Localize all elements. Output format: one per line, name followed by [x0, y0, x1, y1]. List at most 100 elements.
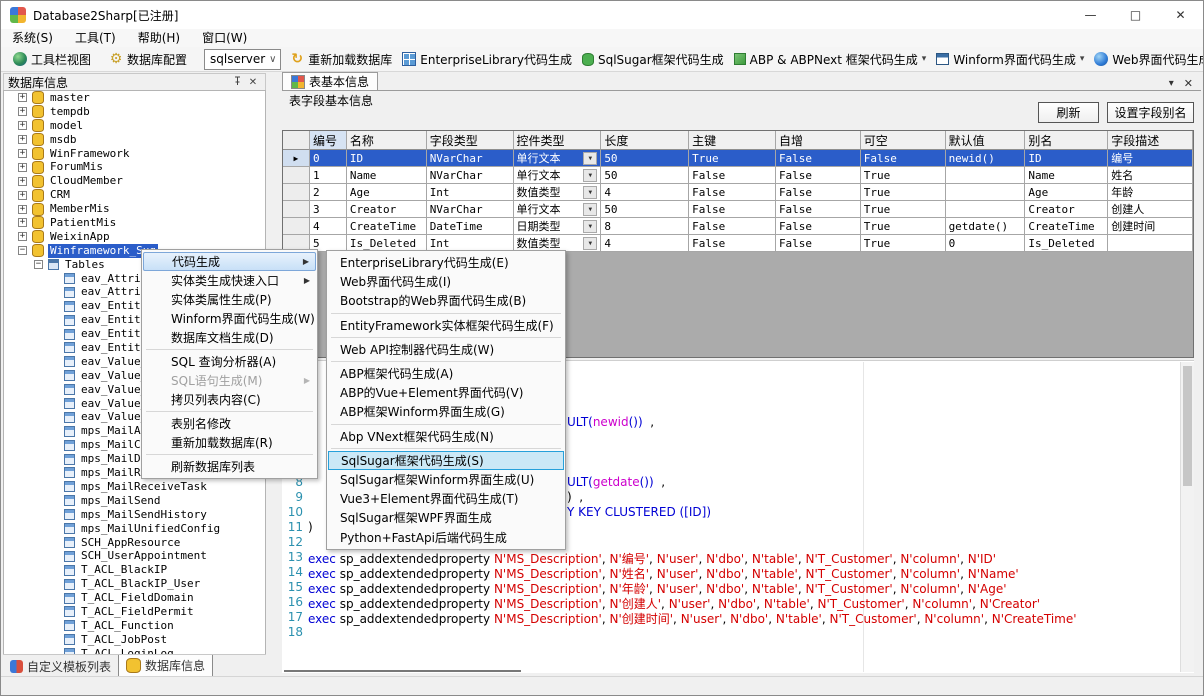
grid-cell[interactable] [1108, 235, 1193, 252]
grid-cell[interactable]: 4 [310, 218, 347, 235]
toolbar-button-sqlsugar-icon[interactable]: SqlSugar框架代码生成 [577, 48, 729, 70]
context-menu-item[interactable]: Winform界面代码生成(W) [143, 309, 316, 328]
grid-cell[interactable]: False [689, 235, 776, 252]
tree-expand-icon[interactable]: − [34, 260, 43, 269]
context-menu-item[interactable]: 数据库文档生成(D) [143, 328, 316, 347]
tree-item-database[interactable]: +WeixinApp [4, 230, 265, 244]
code-vertical-scrollbar[interactable] [1180, 362, 1194, 672]
grid-column-header[interactable]: 默认值 [946, 131, 1026, 150]
grid-cell[interactable]: Is_Deleted [1025, 235, 1108, 252]
grid-column-header[interactable]: 字段类型 [427, 131, 514, 150]
maximize-button[interactable]: □ [1113, 1, 1158, 29]
submenu-item[interactable]: Abp VNext框架代码生成(N) [328, 427, 564, 446]
menubar-item[interactable]: 工具(T) [64, 29, 127, 47]
tree-item-database[interactable]: +CRM [4, 188, 265, 202]
tree-item-database[interactable]: +WinFramework [4, 147, 265, 161]
control-type-dropdown-icon[interactable]: ▼ [583, 169, 597, 182]
tree-item-table[interactable]: T_ACL_BlackIP_User [4, 577, 265, 591]
submenu-item[interactable]: EntityFramework实体框架代码生成(F) [328, 316, 564, 335]
code-line[interactable]: Y KEY CLUSTERED ([ID]) [567, 505, 711, 519]
context-menu-item[interactable]: 拷贝列表内容(C) [143, 390, 316, 409]
tree-expand-icon[interactable]: + [18, 218, 27, 227]
row-selector-cell[interactable] [283, 201, 310, 218]
grid-cell[interactable]: 编号 [1108, 150, 1193, 167]
grid-cell[interactable]: Int [427, 184, 514, 201]
tree-expand-icon[interactable]: + [18, 135, 27, 144]
grid-cell[interactable]: False [776, 201, 861, 218]
grid-cell[interactable]: 0 [946, 235, 1026, 252]
close-button[interactable]: ✕ [1158, 1, 1203, 29]
grid-cell[interactable]: 单行文本▼ [514, 167, 602, 184]
tree-item-database[interactable]: +MemberMis [4, 202, 265, 216]
grid-cell[interactable]: ID [1025, 150, 1108, 167]
code-line[interactable]: ULT(getdate()) , [567, 475, 665, 489]
sidebar-tab-templates[interactable]: 自定义模板列表 [3, 655, 118, 677]
code-line[interactable]: ) [308, 520, 313, 534]
control-type-dropdown-icon[interactable]: ▼ [583, 237, 597, 250]
tree-item-database[interactable]: +ForumMis [4, 160, 265, 174]
grid-cell[interactable]: 4 [601, 235, 689, 252]
submenu-item[interactable]: ABP的Vue+Element界面代码(V) [328, 383, 564, 402]
code-horizontal-scrollbar[interactable] [284, 670, 521, 672]
grid-cell[interactable]: Creator [1025, 201, 1108, 218]
grid-cell[interactable]: NVarChar [427, 201, 514, 218]
grid-cell[interactable]: 姓名 [1108, 167, 1193, 184]
grid-cell[interactable]: False [776, 235, 861, 252]
grid-cell[interactable]: True [861, 167, 946, 184]
toolbar-button-toolbar-view-icon[interactable]: 工具栏视图 [8, 48, 96, 70]
grid-cell[interactable]: 1 [310, 167, 347, 184]
toolbar-button-web-icon[interactable]: Web界面代码生成▾ [1089, 48, 1204, 70]
menubar-item[interactable]: 帮助(H) [127, 29, 191, 47]
grid-cell[interactable]: 创建时间 [1108, 218, 1193, 235]
grid-column-header[interactable]: 编号 [310, 131, 347, 150]
grid-column-header[interactable]: 别名 [1025, 131, 1108, 150]
grid-cell[interactable]: newid() [946, 150, 1026, 167]
grid-column-header[interactable]: 主键 [689, 131, 776, 150]
grid-cell[interactable]: getdate() [946, 218, 1026, 235]
grid-cell[interactable]: 单行文本▼ [514, 150, 602, 167]
control-type-dropdown-icon[interactable]: ▼ [583, 186, 597, 199]
sidebar-tab-database-info[interactable]: 数据库信息 [118, 655, 213, 677]
grid-data-row[interactable]: ▶0IDNVarChar单行文本▼50TrueFalseFalsenewid()… [283, 150, 1193, 167]
row-selector-cell[interactable] [283, 167, 310, 184]
grid-cell[interactable]: NVarChar [427, 167, 514, 184]
refresh-button[interactable]: 刷新 [1038, 102, 1099, 123]
submenu-item[interactable]: ABP框架Winform界面生成(G) [328, 402, 564, 421]
control-type-dropdown-icon[interactable]: ▼ [583, 203, 597, 216]
tree-expand-icon[interactable]: + [18, 121, 27, 130]
tree-item-table[interactable]: T_ACL_BlackIP [4, 563, 265, 577]
submenu-item[interactable]: SqlSugar框架WPF界面生成 [328, 508, 564, 527]
tree-expand-icon[interactable]: + [18, 107, 27, 116]
menubar-item[interactable]: 系统(S) [1, 29, 64, 47]
grid-cell[interactable] [946, 167, 1026, 184]
tree-expand-icon[interactable]: + [18, 149, 27, 158]
grid-cell[interactable]: 8 [601, 218, 689, 235]
grid-cell[interactable]: 单行文本▼ [514, 201, 602, 218]
grid-column-header[interactable]: 控件类型 [514, 131, 602, 150]
grid-cell[interactable]: False [776, 150, 861, 167]
toolbar-button-reload-database-icon[interactable]: ↻重新加载数据库 [285, 48, 397, 70]
panel-close-icon[interactable]: ✕ [245, 77, 261, 88]
grid-cell[interactable]: 3 [310, 201, 347, 218]
grid-column-header[interactable]: 字段描述 [1108, 131, 1193, 150]
context-menu-item[interactable]: SQL语句生成(M)▶ [143, 371, 316, 390]
grid-cell[interactable] [946, 201, 1026, 218]
context-menu-item[interactable]: 代码生成▶ [143, 252, 316, 271]
grid-cell[interactable]: Name [1025, 167, 1108, 184]
set-field-alias-button[interactable]: 设置字段别名 [1107, 102, 1194, 123]
grid-cell[interactable]: NVarChar [427, 150, 514, 167]
control-type-dropdown-icon[interactable]: ▼ [583, 152, 597, 165]
grid-cell[interactable]: 数值类型▼ [514, 184, 602, 201]
tree-item-table[interactable]: T_ACL_FieldDomain [4, 591, 265, 605]
grid-cell[interactable]: False [776, 184, 861, 201]
row-selector-cell[interactable]: ▶ [283, 150, 310, 167]
tree-item-table[interactable]: mps_MailUnifiedConfig [4, 522, 265, 536]
grid-cell[interactable]: True [861, 201, 946, 218]
grid-cell[interactable]: 4 [601, 184, 689, 201]
grid-cell[interactable]: 50 [601, 167, 689, 184]
row-selector-cell[interactable] [283, 184, 310, 201]
submenu-item[interactable]: Vue3+Element界面代码生成(T) [328, 489, 564, 508]
tab-table-basic-info[interactable]: 表基本信息 [282, 72, 378, 90]
grid-cell[interactable]: False [861, 150, 946, 167]
grid-column-header[interactable]: 长度 [601, 131, 689, 150]
